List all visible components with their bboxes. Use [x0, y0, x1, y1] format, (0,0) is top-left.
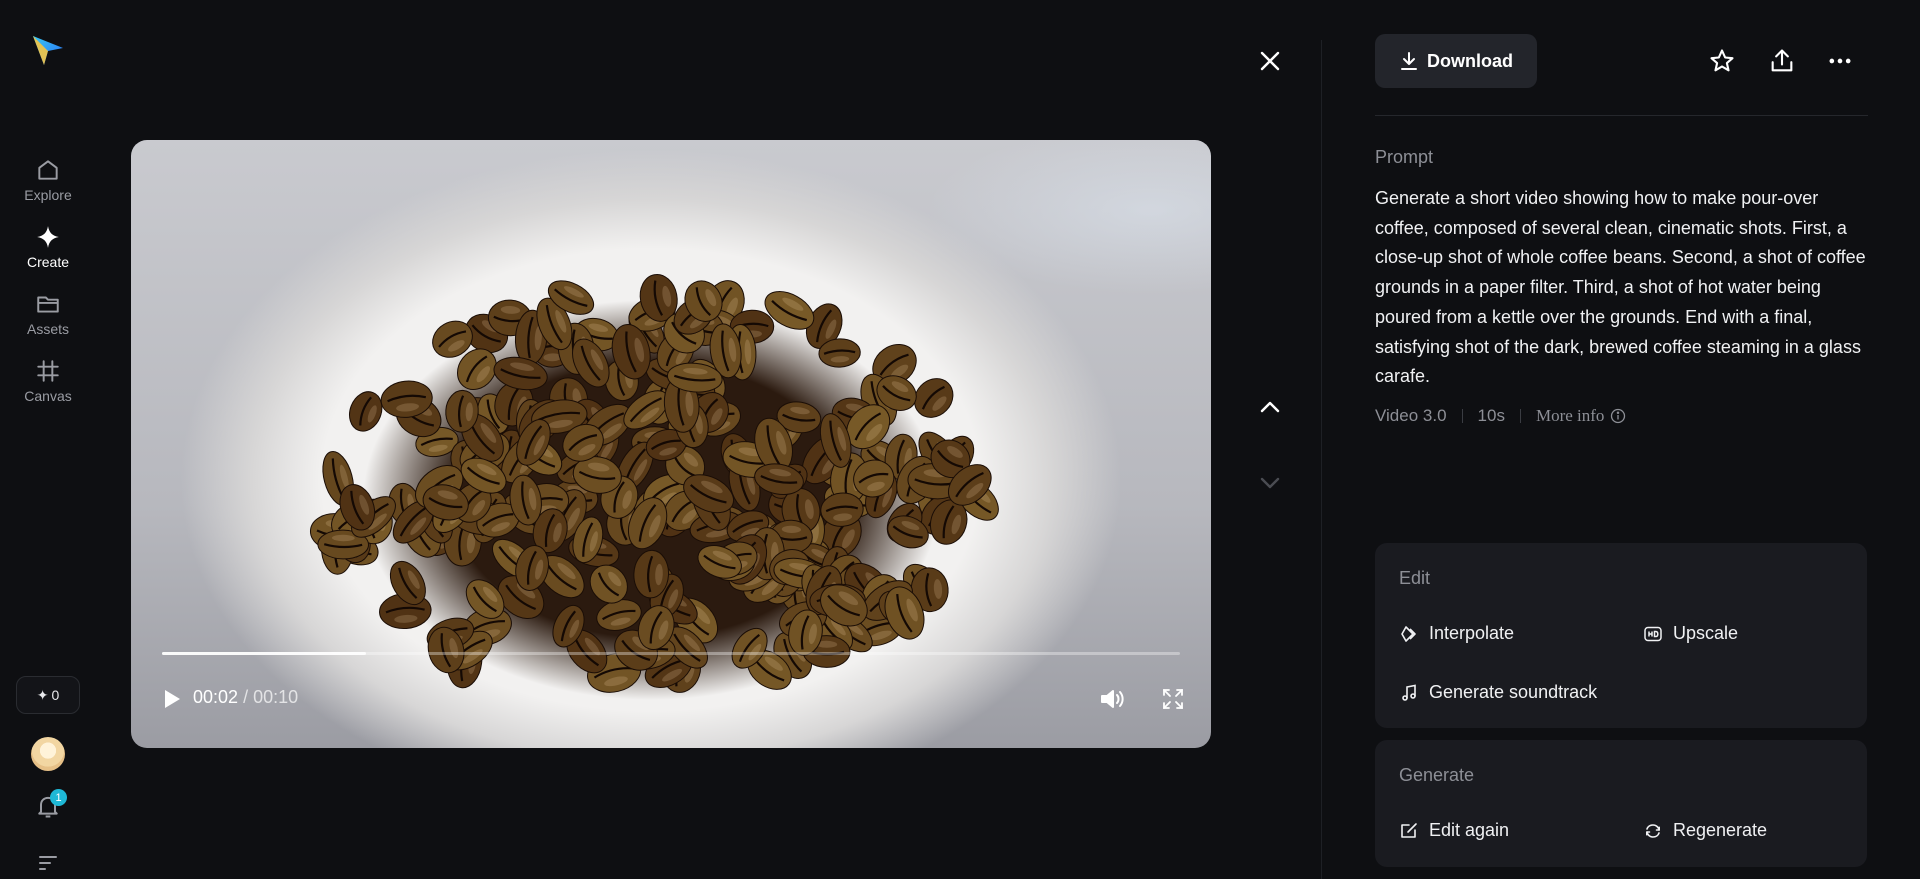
time-display: 00:02 / 00:10	[193, 687, 298, 708]
refresh-icon	[1646, 823, 1660, 838]
edit-icon	[1401, 822, 1417, 838]
sidebar-item-explore[interactable]: Explore	[0, 157, 96, 219]
star-icon[interactable]	[1708, 47, 1736, 75]
generate-title: Generate	[1399, 765, 1475, 785]
meta-separator	[1519, 409, 1521, 423]
music-note-icon	[1402, 684, 1416, 701]
coffee-beans-image	[309, 273, 999, 693]
regenerate-label: Regenerate	[1673, 820, 1768, 840]
chevron-up-icon[interactable]	[1257, 394, 1283, 420]
edit-again-button[interactable]: Edit again	[1399, 820, 1509, 841]
download-label: Download	[1427, 50, 1513, 71]
model-version: Video 3.0	[1375, 406, 1447, 425]
video-duration: 10s	[1477, 406, 1505, 425]
sidebar-item-label: Assets	[26, 321, 69, 337]
generate-card: Generate Edit again Regenerate	[1375, 740, 1867, 867]
more-info-link[interactable]: More info	[1536, 406, 1626, 426]
regenerate-button[interactable]: Regenerate	[1643, 820, 1767, 841]
generate-soundtrack-button[interactable]: Generate soundtrack	[1399, 682, 1597, 703]
hd-icon	[1644, 626, 1662, 641]
soundtrack-label: Generate soundtrack	[1429, 682, 1598, 702]
more-options-icon[interactable]	[1826, 47, 1854, 75]
panel-divider	[1321, 40, 1322, 879]
info-icon	[1611, 408, 1626, 424]
fullscreen-icon[interactable]	[1162, 688, 1184, 710]
download-icon	[1401, 52, 1417, 70]
progress-fill	[162, 652, 366, 655]
credits-button[interactable]: ✦ 0	[16, 676, 80, 714]
download-button[interactable]: Download	[1375, 34, 1537, 88]
more-info-label: More info	[1535, 406, 1605, 425]
sidebar-item-label: Create	[26, 254, 70, 270]
play-icon[interactable]	[161, 687, 183, 711]
app-logo-icon[interactable]	[30, 32, 66, 68]
meta-separator	[1461, 409, 1463, 423]
edit-again-label: Edit again	[1429, 820, 1510, 840]
chevron-down-icon[interactable]	[1257, 470, 1283, 496]
prompt-title: Prompt	[1375, 147, 1434, 167]
close-icon[interactable]	[1257, 48, 1283, 74]
header-divider	[1375, 115, 1868, 116]
upscale-button[interactable]: Upscale	[1643, 623, 1738, 644]
prompt-text: Generate a short video showing how to ma…	[1375, 188, 1866, 387]
video-meta: Video 3.0 10s More info	[1375, 406, 1626, 426]
sparkle-icon	[37, 226, 59, 248]
current-time: 00:02	[193, 687, 239, 707]
sidebar-item-assets[interactable]: Assets	[0, 291, 96, 353]
interpolate-icon	[1401, 625, 1416, 642]
upscale-label: Upscale	[1673, 623, 1739, 643]
share-icon[interactable]	[1768, 47, 1796, 75]
edit-title: Edit	[1399, 568, 1431, 588]
sparkle-small-icon: ✦	[36, 686, 49, 703]
sidebar: Explore Create Assets Canvas ✦ 0 1	[0, 0, 96, 879]
edit-card: Edit Interpolate Upscale Generate soundt…	[1375, 543, 1867, 728]
volume-icon[interactable]	[1099, 686, 1125, 712]
menu-icon[interactable]	[36, 853, 60, 873]
sidebar-item-label: Explore	[24, 187, 72, 203]
progress-bar[interactable]	[162, 652, 1180, 655]
sidebar-item-label: Canvas	[24, 388, 72, 404]
interpolate-label: Interpolate	[1429, 623, 1515, 643]
interpolate-button[interactable]: Interpolate	[1399, 623, 1514, 644]
home-icon	[38, 160, 58, 180]
sidebar-item-create[interactable]: Create	[0, 224, 96, 286]
video-player[interactable]: 00:02 / 00:10	[131, 140, 1211, 748]
avatar[interactable]	[31, 737, 65, 771]
canvas-icon	[37, 360, 59, 382]
total-time: 00:10	[253, 687, 299, 707]
credits-count: 0	[51, 687, 60, 703]
sidebar-item-canvas[interactable]: Canvas	[0, 358, 96, 420]
folder-icon	[37, 296, 59, 313]
time-separator: /	[243, 687, 249, 707]
notification-badge: 1	[50, 789, 67, 806]
